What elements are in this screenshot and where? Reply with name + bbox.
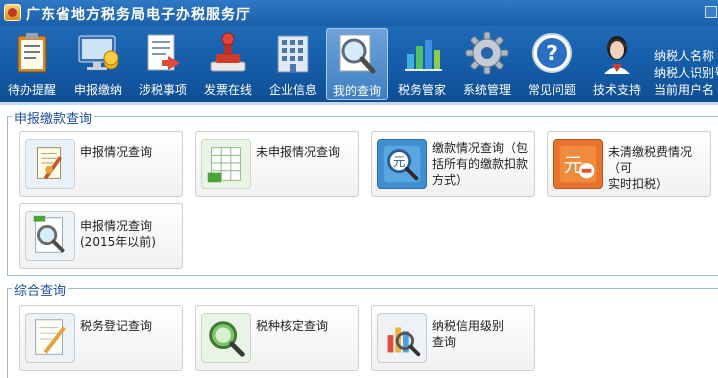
help-icon: ? [532, 33, 572, 73]
toolbar-label: 申报缴纳 [73, 83, 122, 97]
chart-magnifier-icon [377, 313, 427, 363]
section-title: 综合查询 [12, 280, 69, 299]
toolbar-tax-butler[interactable]: 税务管家 [392, 26, 452, 102]
main-toolbar: 待办提醒 申报缴纳 涉税事项 发票在线 企业信息 我的查询 税务管家 系统管理 … [0, 26, 718, 102]
magnifier-icon [339, 34, 376, 74]
toolbar-label: 常见问题 [527, 83, 576, 97]
card-label: 申报情况查询 [80, 144, 180, 160]
card-label-line: 纳税信用级别 [432, 319, 505, 333]
toolbar-todo-reminder[interactable]: 待办提醒 [2, 26, 62, 102]
card-label: 纳税信用级别 查询 [432, 318, 532, 350]
notepad-pencil-icon [25, 313, 75, 363]
toolbar-divider [0, 102, 718, 105]
card-label-line: 括所有的缴款扣款 [432, 157, 529, 171]
card-label: 申报情况查询 (2015年以前) [80, 218, 180, 250]
card-tax-registration-query[interactable]: 税务登记查询 [19, 305, 183, 371]
clipboard-icon [17, 33, 47, 73]
document-arrow-icon [147, 34, 180, 71]
general-query-section: 综合查询 税务登记查询 税种核定查询 纳税信用级别 查询 [7, 280, 718, 378]
building-icon [277, 35, 309, 73]
toolbar-faq[interactable]: ? 常见问题 [521, 26, 583, 102]
stamp-icon [210, 32, 246, 72]
card-label-line: 税务登记查询 [80, 319, 153, 333]
toolbar-label: 发票在线 [203, 83, 252, 97]
svg-text:元: 元 [393, 154, 405, 169]
section-title: 申报缴款查询 [12, 108, 95, 127]
document-search-icon [25, 211, 75, 261]
toolbar-invoice-online[interactable]: 发票在线 [197, 26, 259, 102]
card-label-line: 实时扣税） [608, 177, 669, 191]
card-label-line: (2015年以前) [80, 235, 156, 249]
yuan-minus-icon: 元 [553, 139, 603, 189]
toolbar-label: 税务管家 [397, 83, 446, 97]
card-label-line: 缴款情况查询（包 [432, 141, 529, 155]
toolbar-company-info[interactable]: 企业信息 [263, 26, 323, 102]
card-label: 缴款情况查询（包 括所有的缴款扣款 方式） [432, 140, 532, 188]
toolbar-my-query[interactable]: 我的查询 [326, 28, 388, 100]
card-uncleared-tax-query[interactable]: 元 未清缴税费情况（可 实时扣税） [547, 131, 711, 197]
gear-icon [465, 31, 509, 75]
spreadsheet-icon [201, 139, 251, 189]
card-label-line: 申报情况查询 [80, 219, 153, 233]
user-info: 纳税人名称 纳税人识别号 当前用户名 [654, 48, 718, 99]
card-label-line: 税种核定查询 [256, 319, 329, 333]
card-label-line: 查询 [432, 335, 457, 349]
card-undeclared-query[interactable]: 未申报情况查询 [195, 131, 359, 197]
toolbar-label: 涉税事项 [138, 83, 187, 97]
title-bar: 广东省地方税务局电子办税服务厅 [0, 0, 718, 26]
card-payment-query[interactable]: 元 缴款情况查询（包 括所有的缴款扣款 方式） [371, 131, 535, 197]
card-declare-query[interactable]: 申报情况查询 [19, 131, 183, 197]
app-logo-icon [4, 4, 21, 21]
toolbar-system-management[interactable]: 系统管理 [456, 26, 518, 102]
bar-chart-icon [405, 40, 442, 71]
green-magnifier-icon [201, 313, 251, 363]
window-control-button[interactable] [705, 6, 717, 18]
taxpayer-id-label: 纳税人识别号 [654, 66, 718, 80]
card-label: 未清缴税费情况（可 实时扣税） [608, 144, 712, 192]
toolbar-label: 系统管理 [462, 83, 511, 97]
card-credit-rating-query[interactable]: 纳税信用级别 查询 [371, 305, 535, 371]
declare-payment-query-section: 申报缴款查询 申报情况查询 未申报情况查询 元 缴款情况查询（包 括所有的缴款扣… [7, 108, 718, 276]
card-label-line: 申报情况查询 [80, 145, 153, 159]
card-label: 税种核定查询 [256, 318, 356, 334]
card-label-line: 未清缴税费情况（可 [608, 145, 693, 175]
support-agent-icon [604, 36, 630, 74]
card-label-line: 方式） [432, 173, 469, 187]
card-label: 税务登记查询 [80, 318, 180, 334]
card-tax-type-query[interactable]: 税种核定查询 [195, 305, 359, 371]
card-declare-query-before-2015[interactable]: 申报情况查询 (2015年以前) [19, 203, 183, 269]
card-label-line: 未申报情况查询 [256, 145, 341, 159]
monitor-coins-icon [78, 35, 119, 70]
window-title: 广东省地方税务局电子办税服务厅 [26, 7, 251, 23]
yuan-search-icon: 元 [377, 139, 427, 189]
toolbar-label: 待办提醒 [7, 83, 56, 97]
svg-text:?: ? [546, 41, 558, 65]
taxpayer-name-label: 纳税人名称 [654, 49, 715, 63]
toolbar-label: 企业信息 [268, 83, 317, 97]
toolbar-tax-matters[interactable]: 涉税事项 [132, 26, 194, 102]
toolbar-label: 我的查询 [332, 84, 381, 98]
toolbar-declare-pay[interactable]: 申报缴纳 [67, 26, 129, 102]
toolbar-label: 技术支持 [592, 83, 641, 97]
toolbar-tech-support[interactable]: 技术支持 [586, 26, 648, 102]
document-pen-icon [25, 139, 75, 189]
card-label: 未申报情况查询 [256, 144, 356, 160]
current-user-label: 当前用户名 [654, 83, 715, 97]
